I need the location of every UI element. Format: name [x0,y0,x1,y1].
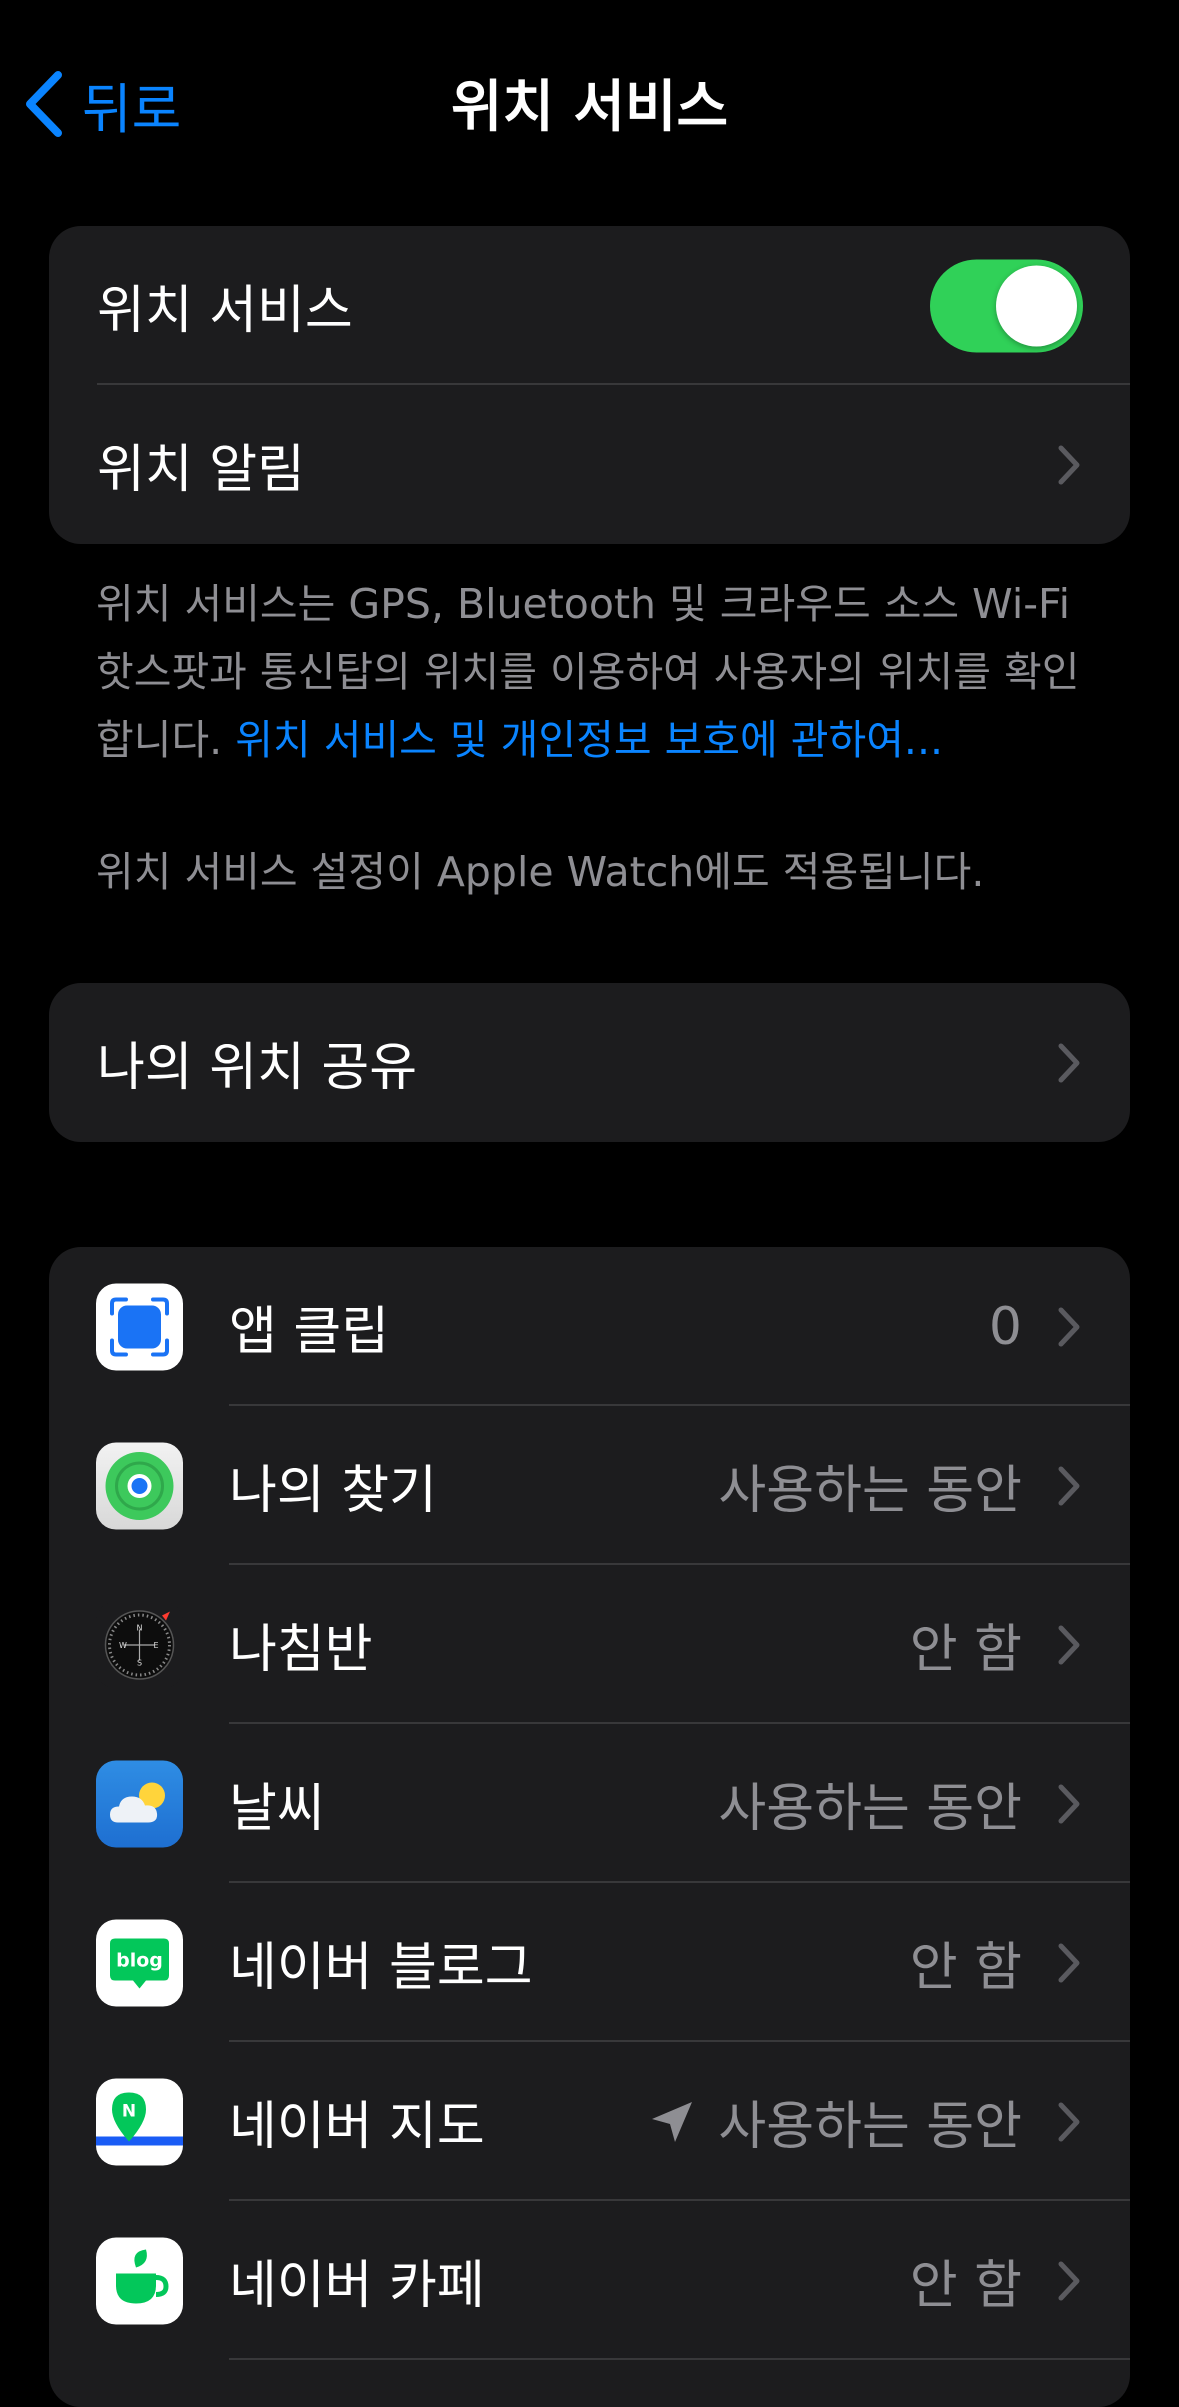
compass-letter-s: S [137,1658,142,1667]
location-arrow-icon [652,2101,693,2142]
permission-value: 사용하는 동안 [718,1779,1022,1839]
location-services-label: 위치 서비스 [97,281,353,341]
app-row-naver-blog[interactable]: blog 네이버 블로그 안 함 [49,1883,1130,2042]
chevron-right-icon [1058,1307,1080,1347]
share-location-group: 나의 위치 공유 [49,983,1130,1142]
permission-value: 사용하는 동안 [718,1461,1022,1521]
app-row-naver-map[interactable]: N 네이버 지도 사용하는 동안 [49,2042,1130,2201]
permission-value: 0 [988,1296,1022,1357]
row-divider [229,2358,1130,2360]
compass-letter-n: N [137,1623,143,1632]
naver-map-icon: N [96,2078,183,2165]
location-services-row: 위치 서비스 [49,226,1130,385]
location-settings-group: 위치 서비스 위치 알림 [49,226,1130,544]
permission-value-with-arrow: 사용하는 동안 [648,2084,1022,2159]
chevron-right-icon [1058,2102,1080,2142]
permission-value: 안 함 [909,2256,1022,2316]
chevron-right-icon [1058,1943,1080,1983]
location-services-toggle[interactable] [930,259,1083,352]
navigation-bar: 뒤로 위치 서비스 [0,0,1179,205]
privacy-link[interactable]: 위치 서비스 및 개인정보 보호에 관하여... [235,716,943,764]
compass-letter-w: W [119,1641,127,1650]
location-alerts-label: 위치 알림 [97,440,305,500]
apps-group: 앱 클립 0 나의 찾기 사용하는 동안 N S E W 나침반 안 함 날씨 … [49,1247,1130,2407]
compass-letter-e: E [153,1641,158,1650]
weather-icon [96,1760,183,1847]
permission-value: 안 함 [909,1620,1022,1680]
app-name: 나의 찾기 [229,1461,437,1521]
app-name: 나침반 [229,1620,373,1680]
app-clips-icon [96,1283,183,1370]
naver-cafe-icon [96,2237,183,2324]
chevron-right-icon [1058,2261,1080,2301]
toggle-knob [996,265,1077,346]
permission-value: 안 함 [909,1938,1022,1998]
chevron-right-icon [1058,1625,1080,1665]
share-my-location-row[interactable]: 나의 위치 공유 [49,983,1130,1142]
naver-blog-icon-text: blog [116,1949,163,1971]
app-row-compass[interactable]: N S E W 나침반 안 함 [49,1565,1130,1724]
location-services-description: 위치 서비스는 GPS, Bluetooth 및 크라우드 소스 Wi-Fi 핫… [96,570,1096,774]
app-row-naver-cafe[interactable]: 네이버 카페 안 함 [49,2201,1130,2360]
permission-value: 사용하는 동안 [718,2097,1022,2157]
app-row-app-clips[interactable]: 앱 클립 0 [49,1247,1130,1406]
naver-blog-icon: blog [96,1919,183,2006]
share-my-location-label: 나의 위치 공유 [97,1038,418,1098]
compass-icon: N S E W [96,1601,183,1688]
app-row-find-my[interactable]: 나의 찾기 사용하는 동안 [49,1406,1130,1565]
naver-map-icon-text: N [122,2101,136,2121]
app-name: 앱 클립 [229,1302,390,1362]
page-title: 위치 서비스 [450,75,729,140]
watch-note: 위치 서비스 설정이 Apple Watch에도 적용됩니다. [96,848,985,896]
chevron-right-icon [1058,1784,1080,1824]
location-alerts-row[interactable]: 위치 알림 [49,385,1130,544]
app-name: 날씨 [229,1779,325,1839]
find-my-icon [96,1442,183,1529]
app-name: 네이버 블로그 [229,1938,533,1998]
chevron-right-icon [1058,1466,1080,1506]
app-row-weather[interactable]: 날씨 사용하는 동안 [49,1724,1130,1883]
chevron-right-icon [1058,445,1080,485]
chevron-right-icon [1058,1043,1080,1083]
app-name: 네이버 지도 [229,2097,485,2157]
app-name: 네이버 카페 [229,2256,485,2316]
